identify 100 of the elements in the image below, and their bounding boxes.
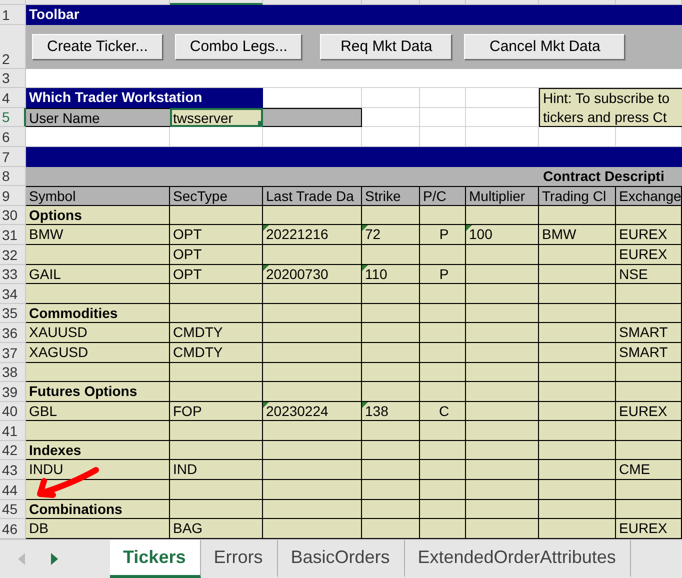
toolbar-button[interactable]: Create Ticker... [32,34,163,60]
table-cell [362,440,420,460]
table-cell [420,440,466,460]
row-number[interactable]: 6 [0,127,26,147]
row-number[interactable]: 38 [0,362,26,382]
table-cell: EUREX [616,402,682,422]
hint-note: Hint: To subscribe to tickers and press Ct [539,88,682,128]
section-header: Which Trader Workstation [26,88,263,108]
table-cell [420,382,466,402]
table-cell [420,342,466,362]
table-cell [420,284,466,304]
row-number[interactable]: 33 [0,264,26,284]
table-cell [362,342,420,362]
row-number[interactable]: 40 [0,402,26,422]
table-cell: NSE [616,264,682,284]
user-name-cell[interactable]: twsserver [170,108,263,128]
section-title: Commodities [26,304,170,324]
table-cell [420,480,466,500]
row-number[interactable]: 30 [0,206,26,226]
row-number[interactable]: 5 [0,108,26,128]
sheet-tab[interactable]: Errors [200,540,278,578]
row-number[interactable]: 4 [0,88,26,108]
table-cell: 20230224 [263,402,362,422]
table-cell: XAGUSD [26,342,170,362]
table-cell [362,362,420,382]
table-cell: BMW [539,225,616,245]
row-number[interactable]: 41 [0,421,26,441]
table-cell: INDU [26,460,170,480]
section-title: Contract Descripti [539,166,682,186]
row-number[interactable]: 44 [0,480,26,500]
row-number[interactable]: 9 [0,186,26,206]
row-number[interactable]: 37 [0,342,26,362]
table-cell [616,362,682,382]
column-title: Strike [362,186,420,206]
column-header[interactable] [170,0,263,5]
row-number[interactable]: 35 [0,304,26,324]
table-cell: GAIL [26,264,170,284]
table-cell: CMDTY [170,342,263,362]
table-cell [616,206,682,226]
row-number[interactable]: 46 [0,519,26,539]
column-title: Exchange [616,186,682,206]
sheet-tab[interactable]: ExtendedOrderAttributes [404,540,631,578]
table-cell: 110 [362,264,420,284]
row-number[interactable]: 8 [0,166,26,186]
table-cell: P [420,225,466,245]
row-number[interactable]: 39 [0,382,26,402]
table-cell [616,284,682,304]
table-cell [362,284,420,304]
table-cell: EUREX [616,225,682,245]
toolbar-button[interactable]: Req Mkt Data [320,34,452,60]
sheet-tab[interactable]: BasicOrders [278,540,405,578]
row-number[interactable]: 36 [0,323,26,343]
table-cell: SMART [616,342,682,362]
scroll-right-icon[interactable] [51,553,58,565]
table-cell [420,460,466,480]
table-cell: SMART [616,323,682,343]
row-number[interactable]: 45 [0,500,26,520]
column-title: Symbol [26,186,170,206]
table-cell: BMW [26,225,170,245]
column-title: Last Trade Da [263,186,362,206]
table-cell: P [420,264,466,284]
row-number[interactable]: 32 [0,244,26,265]
table-cell [420,244,466,265]
table-cell: 100 [466,225,539,245]
section-title: Combinations [26,500,170,520]
row-number[interactable]: 1 [0,5,26,25]
table-cell [362,460,420,480]
table-cell: 20221216 [263,225,362,245]
column-title: P/C [420,186,466,206]
row-number[interactable]: 43 [0,460,26,480]
column-title: Multiplier [466,186,539,206]
table-cell: 138 [362,402,420,422]
table-cell: CMDTY [170,323,263,343]
section-title: Indexes [26,440,170,460]
table-cell [420,323,466,343]
table-cell: DB [26,519,170,539]
row-number[interactable]: 3 [0,68,26,88]
row-number[interactable]: 31 [0,225,26,245]
column-title: Trading Cl [539,186,616,206]
table-cell [420,362,466,382]
table-cell: EUREX [616,244,682,265]
table-cell: XAUUSD [26,323,170,343]
row-number[interactable]: 7 [0,146,26,167]
table-cell [616,500,682,520]
field-label: User Name [26,108,170,128]
row-number[interactable]: 2 [0,24,26,69]
empty-cell [362,88,420,108]
column-title: SecType [170,186,263,206]
sheet-tab[interactable]: Tickers [110,540,201,578]
table-cell: IND [170,460,263,480]
row-number[interactable]: 42 [0,440,26,460]
table-cell: 20200730 [263,264,362,284]
section-title: Options [26,206,170,226]
row-number[interactable]: 34 [0,284,26,304]
empty-cell [420,108,466,128]
scroll-left-icon[interactable] [18,553,25,565]
toolbar-button[interactable]: Combo Legs... [174,34,302,60]
table-cell [616,440,682,460]
toolbar-button[interactable]: Cancel Mkt Data [464,34,626,60]
table-cell [362,500,420,520]
